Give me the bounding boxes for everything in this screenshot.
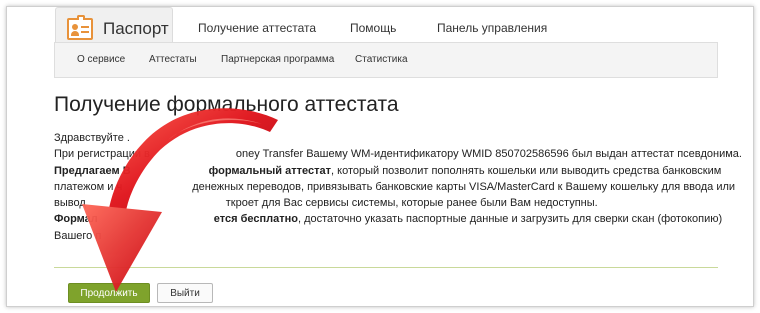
content-line-5: Формал ется бесплатно, достаточно указать… bbox=[54, 213, 723, 226]
sub-navigation: О сервисе Аттестаты Партнерская программ… bbox=[54, 42, 718, 78]
content-line-3: платежом и ч денежных переводов, привязыв… bbox=[54, 180, 736, 193]
exit-button[interactable]: Выйти bbox=[157, 283, 213, 303]
content-line-4: вывод ткроет для Вас сервисы системы, кот… bbox=[54, 197, 598, 210]
tab-passport-label: Паспорт bbox=[103, 18, 169, 38]
divider bbox=[54, 267, 718, 268]
subnav-partner-program[interactable]: Партнерская программа bbox=[221, 43, 334, 77]
subnav-attestats[interactable]: Аттестаты bbox=[149, 43, 197, 77]
id-card-icon bbox=[67, 14, 93, 40]
content-line-2: Предлагаем Вформальный аттестат, который… bbox=[54, 164, 722, 177]
content-line-6: Вашего п bbox=[54, 229, 102, 242]
subnav-statistics[interactable]: Статистика bbox=[355, 43, 408, 77]
subnav-about[interactable]: О сервисе bbox=[77, 43, 125, 77]
content-line-1: При регистрации в oney Transfer Вашему WM… bbox=[54, 148, 742, 161]
page-title: Получение формального аттестата bbox=[54, 93, 399, 116]
greeting-text: Здравствуйте . bbox=[54, 132, 130, 144]
page-content: Здравствуйте . При регистрации в oney Tra… bbox=[54, 130, 742, 244]
continue-button[interactable]: Продолжить bbox=[68, 283, 150, 303]
